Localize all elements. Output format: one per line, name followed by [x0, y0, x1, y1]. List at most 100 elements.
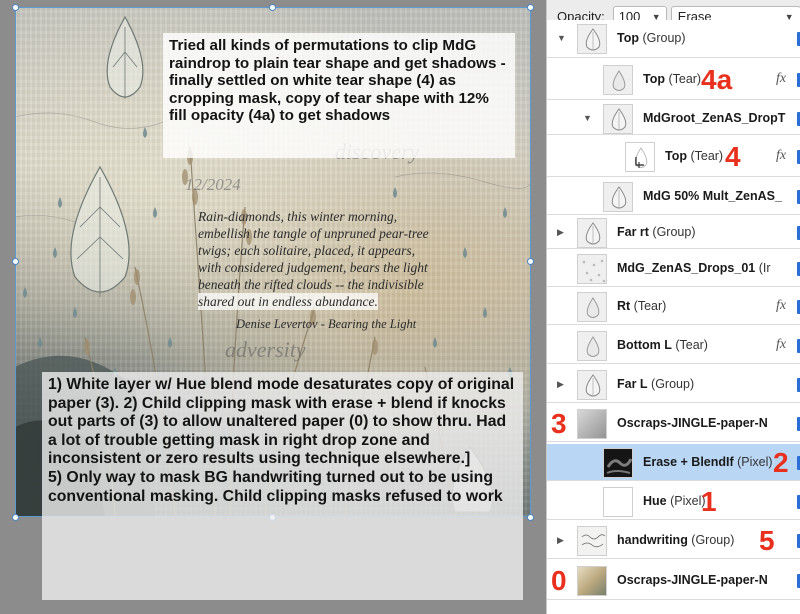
layer-title: MdGroot_ZenAS_DropT: [643, 110, 786, 125]
transform-handle-left[interactable]: [12, 258, 19, 265]
annotation-number-1: 1: [701, 485, 717, 517]
annotation-number-4: 4: [725, 141, 741, 172]
layer-row-top-group[interactable]: ▼ Top (Group): [547, 20, 800, 58]
layer-thumbnail: [577, 525, 607, 556]
annotation-note-bottom: 1) White layer w/ Hue blend mode desatur…: [42, 372, 523, 600]
fx-icon[interactable]: fx: [776, 337, 786, 353]
layer-row-far-l[interactable]: ▶ Far L (Group): [547, 366, 800, 403]
layer-thumbnail: [577, 218, 607, 248]
layer-name: Far rt (Group): [617, 225, 696, 239]
layer-title: Rt: [617, 299, 631, 313]
layer-row-rt-tear[interactable]: Rt (Tear) fx: [547, 289, 800, 325]
transform-handle-top-left[interactable]: [12, 4, 19, 11]
artwork-date: 12/2024: [185, 175, 241, 194]
fx-icon[interactable]: fx: [776, 148, 786, 164]
expand-triangle-icon[interactable]: ▶: [557, 227, 564, 238]
poem-attribution: Denise Levertov - Bearing the Light: [236, 317, 417, 331]
layer-thumbnail: [577, 330, 607, 361]
collapse-triangle-icon[interactable]: ▼: [583, 113, 592, 123]
layer-name: Bottom L (Tear): [617, 338, 708, 352]
layer-type: (Tear): [686, 149, 724, 163]
layer-title: MdG_ZenAS_Drops_01: [617, 261, 756, 275]
layer-row-far-rt[interactable]: ▶ Far rt (Group): [547, 217, 800, 249]
layer-type: (Group): [638, 31, 686, 45]
layer-thumbnail: [625, 142, 655, 172]
annotation-note-top: Tried all kinds of permutations to clip …: [163, 33, 515, 158]
layer-thumbnail: [577, 565, 607, 596]
layer-name: Oscraps-JINGLE-paper-N: [617, 573, 768, 587]
layer-type: (Ir: [755, 261, 771, 275]
transform-handle-bottom-right[interactable]: [527, 514, 534, 521]
layer-thumbnail: [577, 292, 607, 322]
layer-row-mdg-drops[interactable]: MdG_ZenAS_Drops_01 (Ir: [547, 251, 800, 287]
transform-handle-top[interactable]: [269, 4, 276, 11]
poem-line: beneath the rifted clouds -- the indivis…: [198, 277, 424, 292]
layer-title: Erase + BlendIf: [643, 454, 734, 469]
poem-line: twigs; each solitaire, placed, it appear…: [198, 243, 415, 258]
layer-thumbnail: [577, 24, 607, 54]
document-canvas[interactable]: discovery adversity 12/2024 Tried all ki…: [0, 0, 546, 614]
annotation-number-3: 3: [551, 407, 567, 439]
layer-name: Top (Group): [617, 31, 686, 45]
layer-thumbnail: [603, 486, 633, 517]
layer-row-oscraps-1[interactable]: Oscraps-JINGLE-paper-N 3: [547, 405, 800, 442]
layer-row-handwriting[interactable]: ▶ handwriting (Group) 5: [547, 522, 800, 559]
transform-handle-right[interactable]: [527, 258, 534, 265]
transform-handle-bottom-left[interactable]: [12, 514, 19, 521]
layer-type: (Group): [647, 376, 695, 391]
layer-row-bottom-l[interactable]: Bottom L (Tear) fx: [547, 327, 800, 364]
artwork-word-adversity: adversity: [225, 337, 306, 362]
fx-icon[interactable]: fx: [776, 298, 786, 314]
layers-panel: Opacity: 100 ▼ Erase ▼ ▼ Top (Group) Top (…: [546, 0, 800, 614]
layer-type: (Group): [648, 225, 696, 239]
fx-icon[interactable]: fx: [776, 71, 786, 87]
layer-thumbnail: [603, 103, 633, 134]
layer-name: Top (Tear): [665, 149, 723, 163]
layer-type: (Pixel): [666, 493, 706, 508]
layer-type: (Pixel): [733, 454, 773, 469]
layer-thumbnail: [603, 182, 633, 212]
layer-title: Oscraps-JINGLE-paper-N: [617, 572, 768, 587]
layer-title: Oscraps-JINGLE-paper-N: [617, 415, 768, 430]
collapse-triangle-icon[interactable]: ▼: [557, 33, 566, 43]
layer-row-top-tear-1[interactable]: Top (Tear) fx 4a: [547, 60, 800, 100]
expand-triangle-icon[interactable]: ▶: [557, 535, 564, 546]
poem-line: embellish the tangle of unpruned pear-tr…: [198, 226, 429, 241]
annotation-number-2: 2: [773, 446, 789, 478]
layer-name: Top (Tear): [643, 72, 701, 86]
layer-name: Rt (Tear): [617, 299, 666, 313]
annotation-number-0: 0: [551, 564, 567, 596]
layer-title: Bottom L: [617, 337, 672, 352]
layer-row-erase-blend[interactable]: Erase + BlendIf (Pixel) 2: [547, 444, 800, 481]
layer-title: Far L: [617, 376, 648, 391]
layer-thumbnail: [577, 369, 607, 400]
annotation-note-5: 5) Only way to mask BG handwriting turne…: [48, 468, 503, 505]
app-window: discovery adversity 12/2024 Tried all ki…: [0, 0, 800, 614]
layer-type: (Tear): [664, 72, 702, 86]
poem-line: Rain-diamonds, this winter morning,: [198, 209, 398, 224]
layer-type: (Tear): [671, 337, 708, 352]
layer-thumbnail: [577, 254, 607, 284]
layer-title: Far rt: [617, 225, 649, 239]
layer-title: handwriting: [617, 532, 688, 547]
layer-row-mdgroot[interactable]: ▼ MdGroot_ZenAS_DropT: [547, 102, 800, 135]
layer-row-top-tear-2[interactable]: Top (Tear) fx 4: [547, 137, 800, 177]
layer-row-oscraps-0[interactable]: Oscraps-JINGLE-paper-N 0: [547, 561, 800, 600]
layer-title: Top: [617, 31, 639, 45]
layer-name: MdGroot_ZenAS_DropT: [643, 111, 785, 125]
annotation-number-4a: 4a: [701, 64, 733, 95]
layer-thumbnail: [577, 408, 607, 439]
layer-title: Top: [665, 149, 687, 163]
layer-name: handwriting (Group): [617, 533, 734, 547]
layer-title: Hue: [643, 493, 667, 508]
transform-handle-top-right[interactable]: [527, 4, 534, 11]
layer-title: Top: [643, 72, 665, 86]
layer-row-hue[interactable]: Hue (Pixel) 1: [547, 483, 800, 520]
layer-row-mdg-50[interactable]: MdG 50% Mult_ZenAS_: [547, 179, 800, 215]
layer-type: (Group): [687, 532, 735, 547]
poem-line: shared out in endless abundance.: [198, 293, 378, 310]
layer-name: MdG 50% Mult_ZenAS_: [643, 189, 782, 203]
expand-triangle-icon[interactable]: ▶: [557, 379, 564, 390]
annotation-note-1: 1) White layer w/ Hue blend mode desatur…: [48, 376, 515, 468]
layer-name: MdG_ZenAS_Drops_01 (Ir: [617, 261, 771, 275]
